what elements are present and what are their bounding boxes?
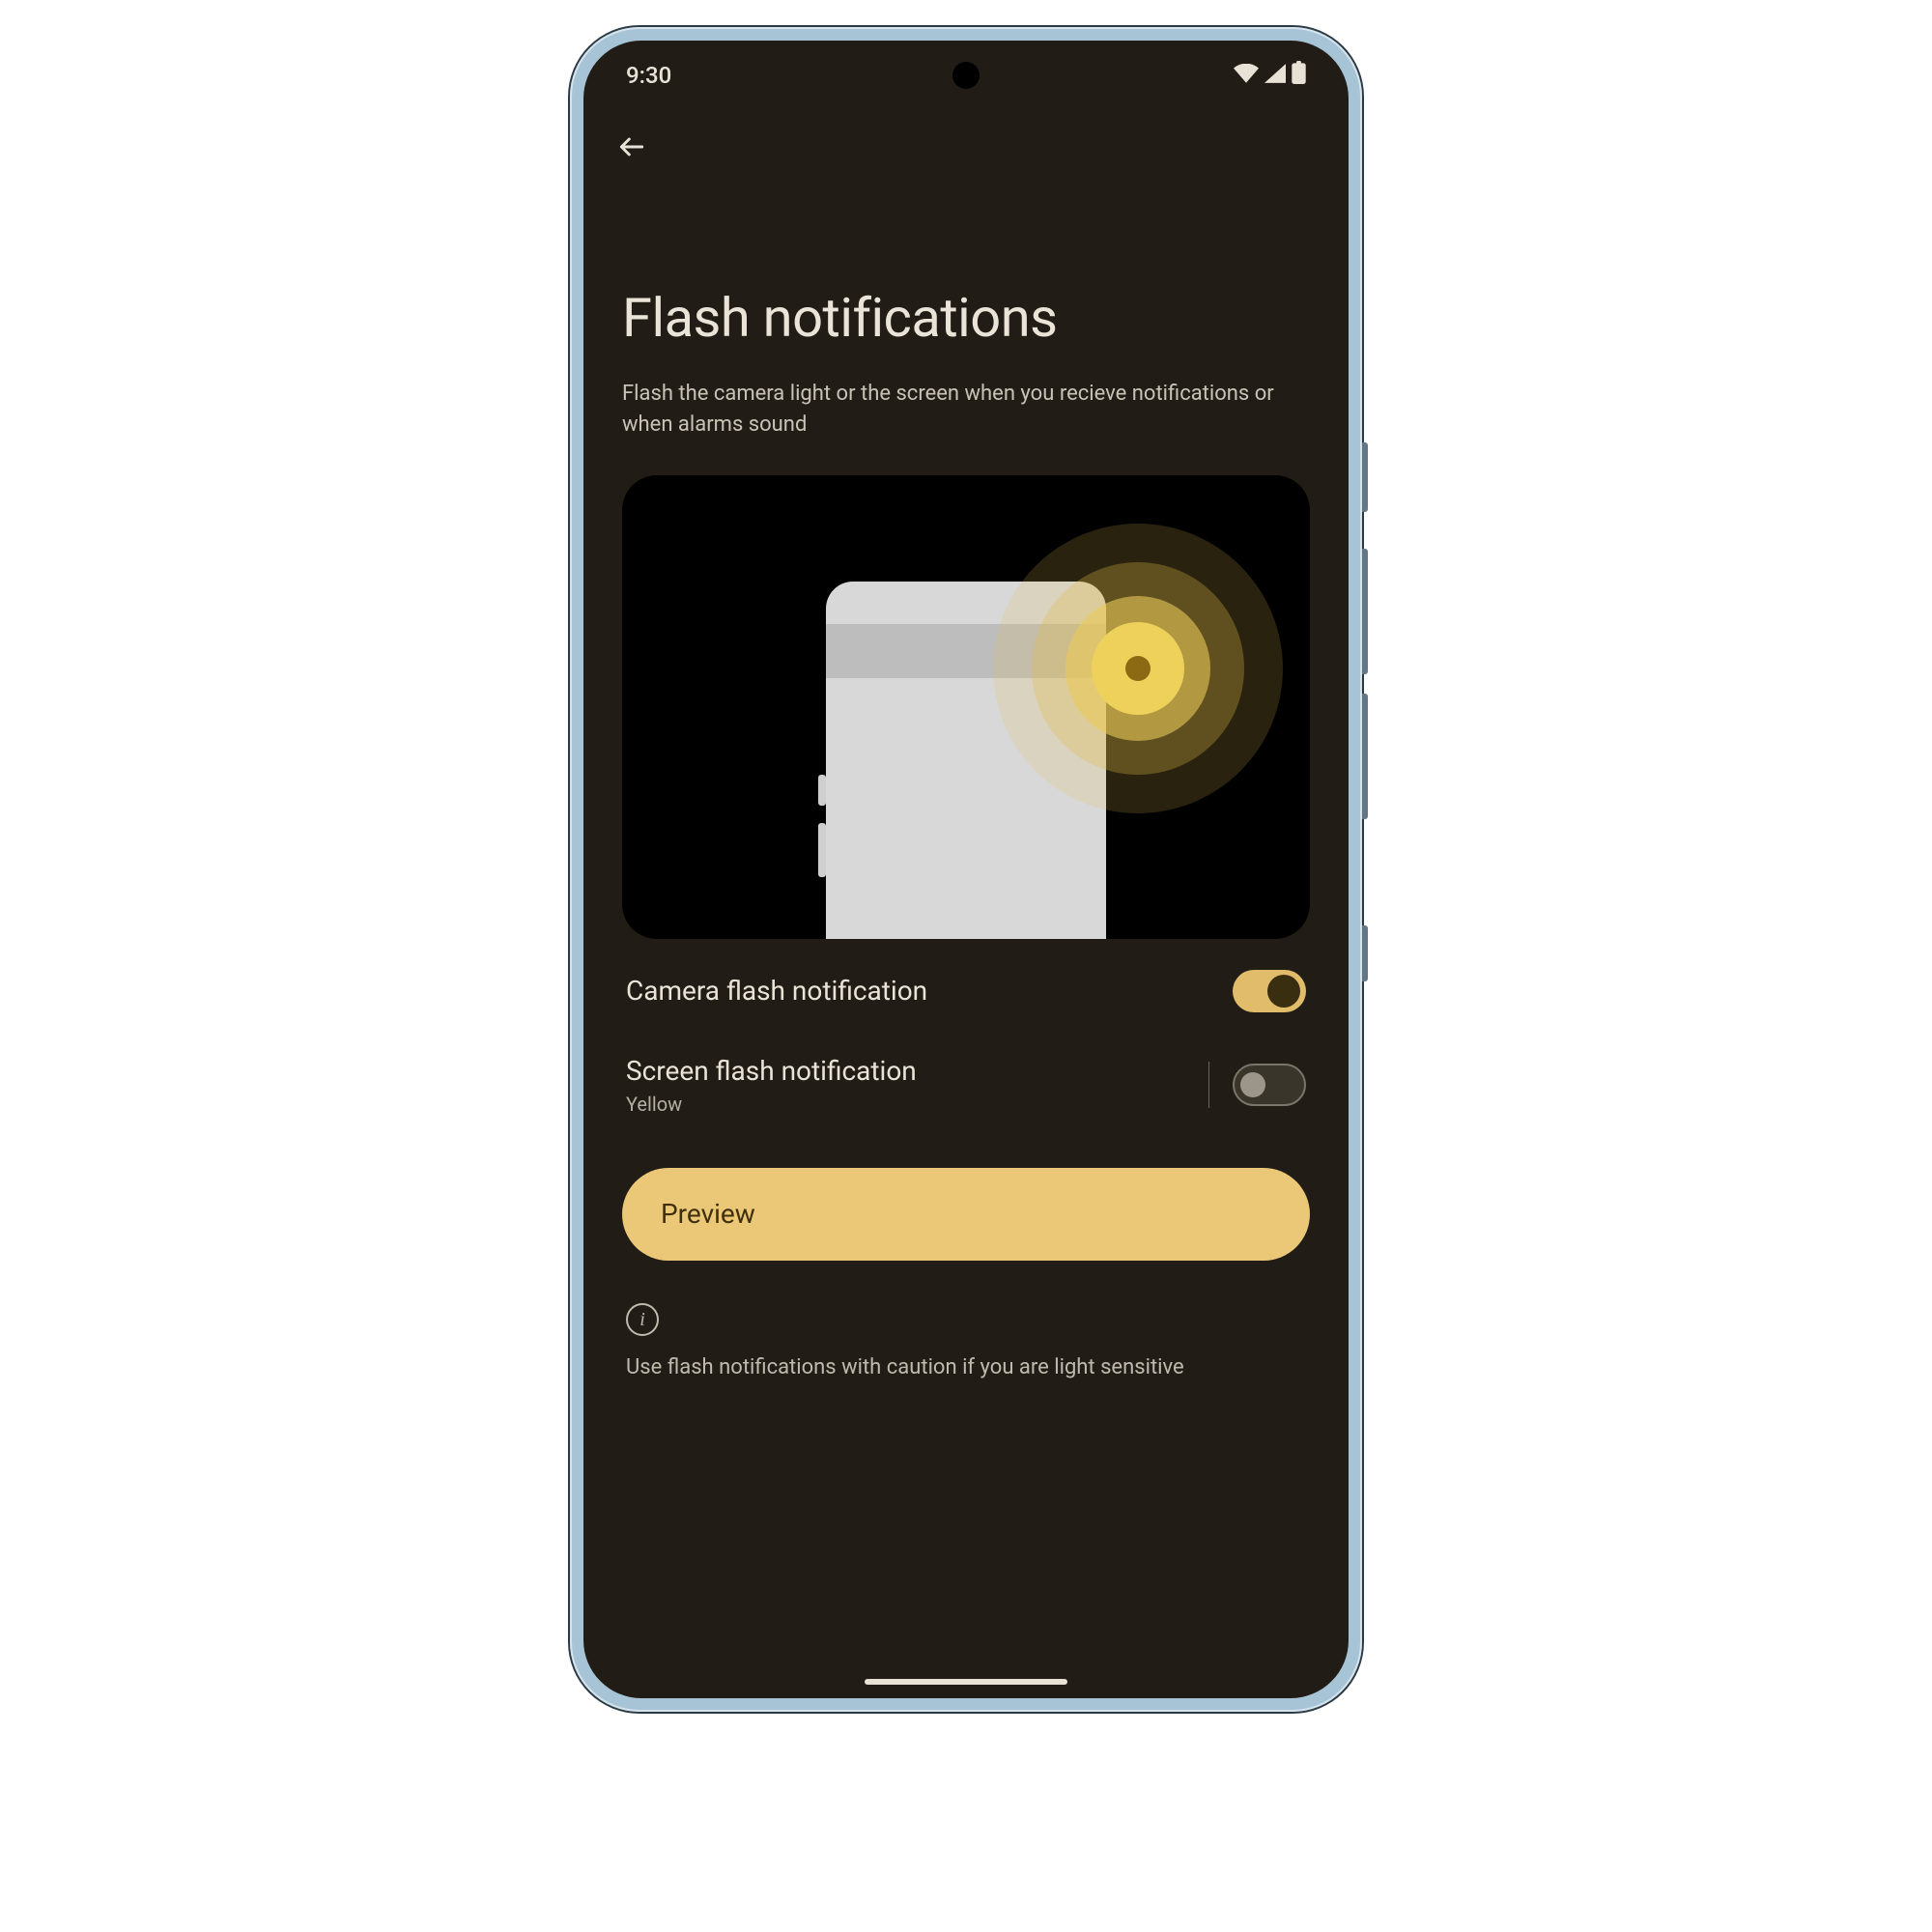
cellular-icon [1264,62,1286,89]
caution-text: Use flash notifications with caution if … [626,1353,1306,1383]
camera-flash-row[interactable]: Camera flash notification [622,939,1310,1043]
info-icon: i [626,1303,659,1336]
volume-up-button [1362,549,1368,674]
screen-flash-label: Screen flash notification [626,1055,1201,1087]
flash-illustration [622,475,1310,939]
row-divider [1208,1062,1209,1108]
battery-icon [1292,61,1306,90]
power-button [1362,925,1368,981]
wifi-icon [1234,62,1259,89]
page-title: Flash notifications [622,286,1310,350]
device-frame: 9:30 Flash notifications Flash the camer… [570,27,1362,1712]
camera-flash-label: Camera flash notification [626,975,1233,1007]
camera-flash-toggle[interactable] [1233,970,1306,1012]
flash-glow-icon [993,524,1283,813]
screen-flash-row[interactable]: Screen flash notification Yellow [622,1043,1310,1147]
preview-button[interactable]: Preview [622,1168,1310,1261]
screen: 9:30 Flash notifications Flash the camer… [583,41,1349,1698]
front-camera-cutout [952,62,980,89]
side-button [1362,442,1368,512]
status-time: 9:30 [626,62,671,89]
volume-down-button [1362,694,1368,819]
screen-flash-color: Yellow [626,1093,1201,1116]
screen-flash-toggle[interactable] [1233,1064,1306,1106]
home-indicator[interactable] [865,1679,1067,1685]
back-button[interactable] [609,124,655,170]
page-description: Flash the camera light or the screen whe… [622,379,1310,440]
preview-label: Preview [661,1198,755,1230]
